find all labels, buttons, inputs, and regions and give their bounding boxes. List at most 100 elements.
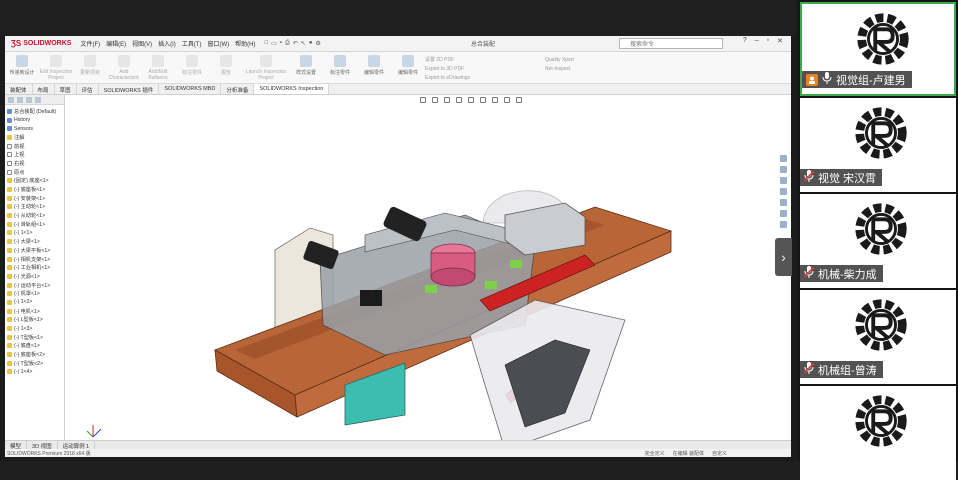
status-custom[interactable]: 自定义 bbox=[712, 450, 727, 457]
tab-addins[interactable]: SOLIDWORKS 插件 bbox=[99, 84, 160, 94]
tab-inspection[interactable]: SOLIDWORKS Inspection bbox=[254, 84, 330, 94]
collapse-gallery-button[interactable]: › bbox=[775, 238, 792, 276]
tree-item[interactable]: 注解 bbox=[7, 133, 62, 142]
tab-model[interactable]: 模型 bbox=[5, 441, 28, 450]
menu-tools[interactable]: 工具(T) bbox=[182, 39, 202, 48]
tree-item[interactable]: 上视 bbox=[7, 150, 62, 159]
menu-file[interactable]: 文件(F) bbox=[80, 39, 100, 48]
tree-item[interactable]: (-) 光源<1> bbox=[7, 272, 62, 281]
tree-item[interactable]: (-) 滑轨组<1> bbox=[7, 220, 62, 229]
undo-icon[interactable]: ↶ bbox=[293, 40, 298, 47]
tree-item[interactable]: (-) 安装架<1> bbox=[7, 194, 62, 203]
tree-item[interactable]: (-) 大梁<1> bbox=[7, 237, 62, 246]
help-icon[interactable]: ? bbox=[743, 37, 747, 45]
options-icon[interactable]: ⚙ bbox=[315, 40, 320, 47]
tree-item[interactable]: (-) 主动轮<1> bbox=[7, 203, 62, 212]
tree-item[interactable]: (-) 电机<1> bbox=[7, 307, 62, 316]
tree-item[interactable]: (-) 机罩<1> bbox=[7, 289, 62, 298]
ribbon-button-9[interactable]: 样式设置 bbox=[289, 52, 323, 83]
appearances-icon[interactable] bbox=[780, 199, 787, 206]
design-library-icon[interactable] bbox=[780, 166, 787, 173]
style-icon bbox=[300, 55, 312, 67]
tab-layout[interactable]: 布局 bbox=[33, 84, 55, 94]
participant-tile[interactable]: 机械-柴力成 bbox=[800, 194, 956, 288]
custom-properties-icon[interactable] bbox=[780, 210, 787, 217]
tab-analysis-prep[interactable]: 分析准备 bbox=[221, 84, 255, 94]
quality-item[interactable]: Net-Inspect bbox=[545, 65, 615, 74]
tree-item[interactable]: (-) 相机支架<1> bbox=[7, 255, 62, 264]
menu-help[interactable]: 帮助(H) bbox=[235, 39, 255, 48]
ribbon-button-4[interactable]: Add Characteristic bbox=[107, 52, 141, 83]
coordinate-triad-icon bbox=[86, 425, 102, 438]
ribbon-button-8[interactable]: Launch Inspection Project bbox=[243, 52, 289, 83]
restore-icon[interactable]: ▫ bbox=[767, 37, 769, 45]
menu-window[interactable]: 窗口(W) bbox=[207, 39, 229, 48]
ribbon-button-5[interactable]: Add/Edit Balloons bbox=[141, 52, 175, 83]
ribbon-button-3[interactable]: 更新项目 bbox=[73, 52, 107, 83]
rebuild-icon[interactable]: ● bbox=[309, 40, 313, 47]
search-input[interactable]: 搜索命令 bbox=[619, 38, 723, 49]
tree-item[interactable]: (固定) 底座<1> bbox=[7, 177, 62, 186]
open-icon[interactable]: ▭ bbox=[271, 40, 277, 47]
tree-item[interactable]: (-) 底座板<1> bbox=[7, 185, 62, 194]
ribbon-button-12[interactable]: 编辑零件 bbox=[391, 52, 425, 83]
tab-sketch[interactable]: 草图 bbox=[55, 84, 77, 94]
graphics-area[interactable] bbox=[65, 95, 791, 445]
participant-tile[interactable]: 视觉组-卢建男 bbox=[800, 2, 956, 96]
select-icon[interactable]: ↖ bbox=[301, 40, 306, 47]
tree-item[interactable]: (-) 大梁平板<1> bbox=[7, 246, 62, 255]
tree-item[interactable]: (-) L型板<1> bbox=[7, 316, 62, 325]
tree-item[interactable]: (-) 从动轮<1> bbox=[7, 211, 62, 220]
minimize-icon[interactable]: – bbox=[755, 37, 759, 45]
solidworks-forum-icon[interactable] bbox=[780, 221, 787, 228]
participant-tile[interactable] bbox=[800, 386, 956, 480]
menu-insert[interactable]: 插入(I) bbox=[158, 39, 176, 48]
ribbon-button-7[interactable]: 报告 bbox=[209, 52, 243, 83]
tree-item[interactable]: 原点 bbox=[7, 168, 62, 177]
new-icon[interactable]: □ bbox=[265, 40, 269, 47]
tab-mbd[interactable]: SOLIDWORKS MBD bbox=[159, 84, 222, 94]
print-icon[interactable]: ⎙ bbox=[285, 40, 290, 47]
ribbon-button-2[interactable]: Edit Inspection Project bbox=[39, 52, 73, 83]
participant-tile[interactable]: 视觉 宋汉霄 bbox=[800, 98, 956, 192]
tab-3d-views[interactable]: 3D 视图 bbox=[27, 441, 58, 450]
tree-item[interactable]: (-) 工业相机<1> bbox=[7, 263, 62, 272]
file-explorer-icon[interactable] bbox=[780, 177, 787, 184]
tree-item[interactable]: History bbox=[7, 116, 62, 125]
property-icon[interactable] bbox=[17, 97, 23, 103]
participant-tile[interactable]: 机械组-曾涛 bbox=[800, 290, 956, 384]
tree-item[interactable]: 前视 bbox=[7, 142, 62, 151]
tree-item[interactable]: (-) 底座板<2> bbox=[7, 350, 62, 359]
export-item[interactable]: 设置 2D PDF bbox=[425, 56, 545, 65]
tree-item[interactable]: 右视 bbox=[7, 159, 62, 168]
view-palette-icon[interactable] bbox=[780, 188, 787, 195]
tree-item[interactable]: (-) 运动平台<1> bbox=[7, 281, 62, 290]
tree-item[interactable]: Sensors bbox=[7, 124, 62, 133]
menu-view[interactable]: 视图(V) bbox=[132, 39, 152, 48]
tree-item[interactable]: (-) 1<4> bbox=[7, 368, 62, 377]
ribbon-button-10[interactable]: 标注零件 bbox=[323, 52, 357, 83]
tree-item[interactable]: (-) 1<3> bbox=[7, 324, 62, 333]
export-item[interactable]: Export to eDrawings bbox=[425, 74, 545, 83]
tree-item[interactable]: (-) T型板<1> bbox=[7, 333, 62, 342]
tree-item[interactable]: (-) 1<1> bbox=[7, 229, 62, 238]
tab-assembly[interactable]: 装配体 bbox=[5, 84, 33, 94]
ribbon-button-6[interactable]: 标注零件 bbox=[175, 52, 209, 83]
ribbon-button-11[interactable]: 编辑零件 bbox=[357, 52, 391, 83]
tree-item[interactable]: (-) 1<2> bbox=[7, 298, 62, 307]
tree-item[interactable]: (-) 底盘<1> bbox=[7, 342, 62, 351]
tree-item[interactable]: (-) T型板<2> bbox=[7, 359, 62, 368]
resources-icon[interactable] bbox=[780, 155, 787, 162]
menu-edit[interactable]: 编辑(E) bbox=[106, 39, 126, 48]
tab-evaluate[interactable]: 评估 bbox=[77, 84, 99, 94]
feature-tree-icon[interactable] bbox=[8, 97, 14, 103]
quality-item[interactable]: Quality Xpert bbox=[545, 56, 615, 65]
export-item[interactable]: Export to 3D PDF bbox=[425, 65, 545, 74]
tab-motion-study[interactable]: 运动算例 1 bbox=[58, 441, 96, 450]
tree-root[interactable]: 总合装配 (Default) bbox=[7, 107, 62, 116]
close-icon[interactable]: ✕ bbox=[777, 37, 783, 45]
ribbon-button-1[interactable]: 传递到设计 bbox=[5, 52, 39, 83]
save-icon[interactable]: ▪ bbox=[280, 40, 282, 47]
config-icon[interactable] bbox=[26, 97, 32, 103]
dimxpert-icon[interactable] bbox=[35, 97, 41, 103]
